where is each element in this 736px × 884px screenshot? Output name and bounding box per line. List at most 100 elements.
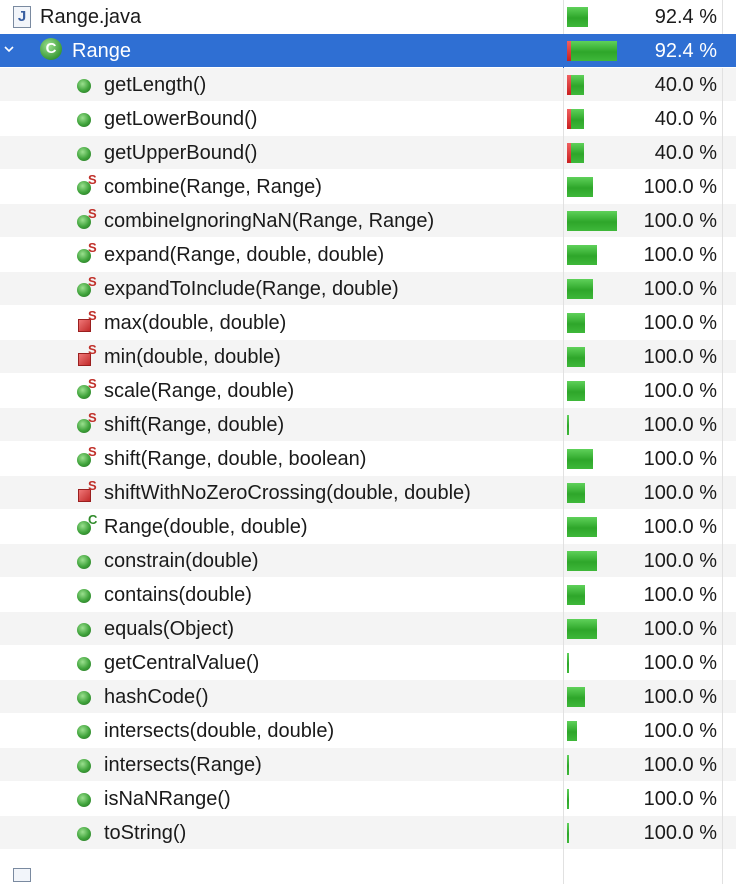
column-divider xyxy=(563,680,564,714)
column-divider xyxy=(722,748,723,782)
column-divider xyxy=(563,476,564,510)
column-divider xyxy=(722,204,723,238)
column-divider xyxy=(563,102,564,136)
method-label: intersects(Range) xyxy=(104,754,262,776)
method-label: constrain(double) xyxy=(104,550,259,572)
class-name-cell: C Range xyxy=(0,34,563,68)
chevron-down-icon[interactable] xyxy=(4,44,14,54)
file-row[interactable]: J Range.java 92.4 % xyxy=(0,0,736,34)
column-divider xyxy=(563,34,564,68)
method-row[interactable]: C Range(double, double) 100.0 % xyxy=(0,510,736,544)
static-modifier-icon: S xyxy=(88,410,97,425)
constructor-modifier-icon: C xyxy=(88,512,98,527)
column-divider xyxy=(722,476,723,510)
method-row[interactable]: getLength() 40.0 % xyxy=(0,68,736,102)
method-row[interactable]: intersects(Range) 100.0 % xyxy=(0,748,736,782)
method-name-cell: Smin(double, double) xyxy=(0,340,563,374)
method-coverage-percent: 100.0 % xyxy=(643,380,717,402)
column-divider xyxy=(722,680,723,714)
class-row[interactable]: C Range 92.4 % xyxy=(0,34,736,68)
column-divider xyxy=(563,748,564,782)
method-name-cell: getUpperBound() xyxy=(0,136,563,170)
method-row[interactable]: equals(Object) 100.0 % xyxy=(0,612,736,646)
class-coverage-percent: 92.4 % xyxy=(654,40,717,62)
column-divider xyxy=(563,646,564,680)
column-divider xyxy=(722,102,723,136)
method-row[interactable]: ScombineIgnoringNaN(Range, Range) 100.0 % xyxy=(0,204,736,238)
static-modifier-icon: S xyxy=(88,240,97,255)
method-label: hashCode() xyxy=(104,686,209,708)
method-label: expand(Range, double, double) xyxy=(104,244,385,266)
column-divider xyxy=(722,442,723,476)
method-name-cell: SshiftWithNoZeroCrossing(double, double) xyxy=(0,476,563,510)
method-row[interactable]: Sexpand(Range, double, double) 100.0 % xyxy=(0,238,736,272)
static-modifier-icon: S xyxy=(88,342,97,357)
method-row[interactable]: Smin(double, double) 100.0 % xyxy=(0,340,736,374)
public-method-icon xyxy=(77,113,91,127)
method-coverage-percent: 100.0 % xyxy=(643,686,717,708)
method-label: intersects(double, double) xyxy=(104,720,335,742)
method-row[interactable]: SshiftWithNoZeroCrossing(double, double)… xyxy=(0,476,736,510)
method-coverage-percent: 100.0 % xyxy=(643,550,717,572)
public-method-icon xyxy=(77,555,91,569)
column-divider xyxy=(563,306,564,340)
next-file-row[interactable] xyxy=(0,850,736,884)
method-row[interactable]: Scombine(Range, Range) 100.0 % xyxy=(0,170,736,204)
public-method-icon xyxy=(77,623,91,637)
covered-segment xyxy=(567,415,569,435)
public-method-icon xyxy=(77,79,91,93)
method-coverage-percent: 100.0 % xyxy=(643,720,717,742)
method-row[interactable]: getCentralValue() 100.0 % xyxy=(0,646,736,680)
method-row[interactable]: Sshift(Range, double, boolean) 100.0 % xyxy=(0,442,736,476)
column-divider xyxy=(722,170,723,204)
column-divider xyxy=(722,816,723,850)
column-divider xyxy=(563,374,564,408)
method-row[interactable]: Sscale(Range, double) 100.0 % xyxy=(0,374,736,408)
method-row[interactable]: contains(double) 100.0 % xyxy=(0,578,736,612)
method-row[interactable]: toString() 100.0 % xyxy=(0,816,736,850)
method-row[interactable]: isNaNRange() 100.0 % xyxy=(0,782,736,816)
column-divider xyxy=(563,204,564,238)
file-name-cell: J Range.java xyxy=(0,0,563,34)
column-divider xyxy=(563,442,564,476)
public-method-icon xyxy=(77,725,91,739)
column-divider xyxy=(722,578,723,612)
method-label: combineIgnoringNaN(Range, Range) xyxy=(104,210,435,232)
covered-segment xyxy=(567,823,569,843)
method-name-cell: Sshift(Range, double) xyxy=(0,408,563,442)
method-label: scale(Range, double) xyxy=(104,380,295,402)
static-modifier-icon: S xyxy=(88,206,97,221)
method-row[interactable]: SexpandToInclude(Range, double) 100.0 % xyxy=(0,272,736,306)
method-label: combine(Range, Range) xyxy=(104,176,322,198)
public-method-icon xyxy=(77,759,91,773)
static-modifier-icon: S xyxy=(88,376,97,391)
method-coverage-percent: 100.0 % xyxy=(643,448,717,470)
covered-segment xyxy=(567,653,569,673)
method-row[interactable]: hashCode() 100.0 % xyxy=(0,680,736,714)
method-row[interactable]: constrain(double) 100.0 % xyxy=(0,544,736,578)
method-name-cell: contains(double) xyxy=(0,578,563,612)
method-label: getCentralValue() xyxy=(104,652,260,674)
column-divider xyxy=(722,850,723,884)
column-divider xyxy=(563,782,564,816)
method-coverage-percent: 40.0 % xyxy=(654,108,717,130)
method-coverage-percent: 100.0 % xyxy=(643,516,717,538)
covered-segment xyxy=(567,755,569,775)
method-row[interactable]: intersects(double, double) 100.0 % xyxy=(0,714,736,748)
method-name-cell: Smax(double, double) xyxy=(0,306,563,340)
column-divider xyxy=(722,238,723,272)
method-list: getLength() 40.0 % getLowerBound() 40.0 % ge… xyxy=(0,68,736,850)
public-method-icon xyxy=(77,657,91,671)
method-row[interactable]: getLowerBound() 40.0 % xyxy=(0,102,736,136)
method-row[interactable]: Sshift(Range, double) 100.0 % xyxy=(0,408,736,442)
static-modifier-icon: S xyxy=(88,444,97,459)
java-file-icon: J xyxy=(13,6,31,28)
method-coverage-percent: 100.0 % xyxy=(643,346,717,368)
column-divider xyxy=(563,170,564,204)
method-coverage-percent: 100.0 % xyxy=(643,414,717,436)
method-name-cell: Sscale(Range, double) xyxy=(0,374,563,408)
method-row[interactable]: Smax(double, double) 100.0 % xyxy=(0,306,736,340)
method-coverage-percent: 100.0 % xyxy=(643,618,717,640)
method-row[interactable]: getUpperBound() 40.0 % xyxy=(0,136,736,170)
column-divider xyxy=(563,510,564,544)
